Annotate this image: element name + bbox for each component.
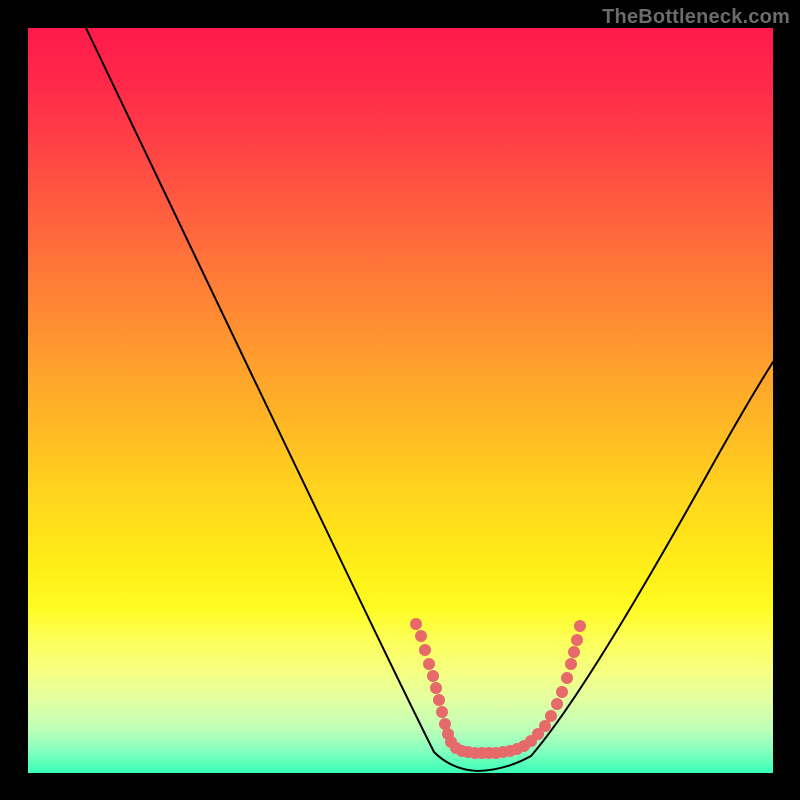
- curve-dot: [415, 630, 427, 642]
- curve-dot: [423, 658, 435, 670]
- curve-dot: [545, 710, 557, 722]
- chart-area: [28, 28, 773, 773]
- curve-dot: [556, 686, 568, 698]
- curve-dot: [427, 670, 439, 682]
- curve-dot: [419, 644, 431, 656]
- watermark-text: TheBottleneck.com: [602, 6, 790, 29]
- curve-dot: [574, 620, 586, 632]
- curve-dot: [430, 682, 442, 694]
- curve-dot: [571, 634, 583, 646]
- curve-dot: [539, 720, 551, 732]
- chart-svg: [28, 28, 773, 773]
- curve-dot: [568, 646, 580, 658]
- curve-dot: [410, 618, 422, 630]
- curve-dot: [561, 672, 573, 684]
- curve-dot: [551, 698, 563, 710]
- curve-dot: [436, 706, 448, 718]
- marker-dots: [410, 618, 586, 759]
- curve-dot: [433, 694, 445, 706]
- curve-dot: [565, 658, 577, 670]
